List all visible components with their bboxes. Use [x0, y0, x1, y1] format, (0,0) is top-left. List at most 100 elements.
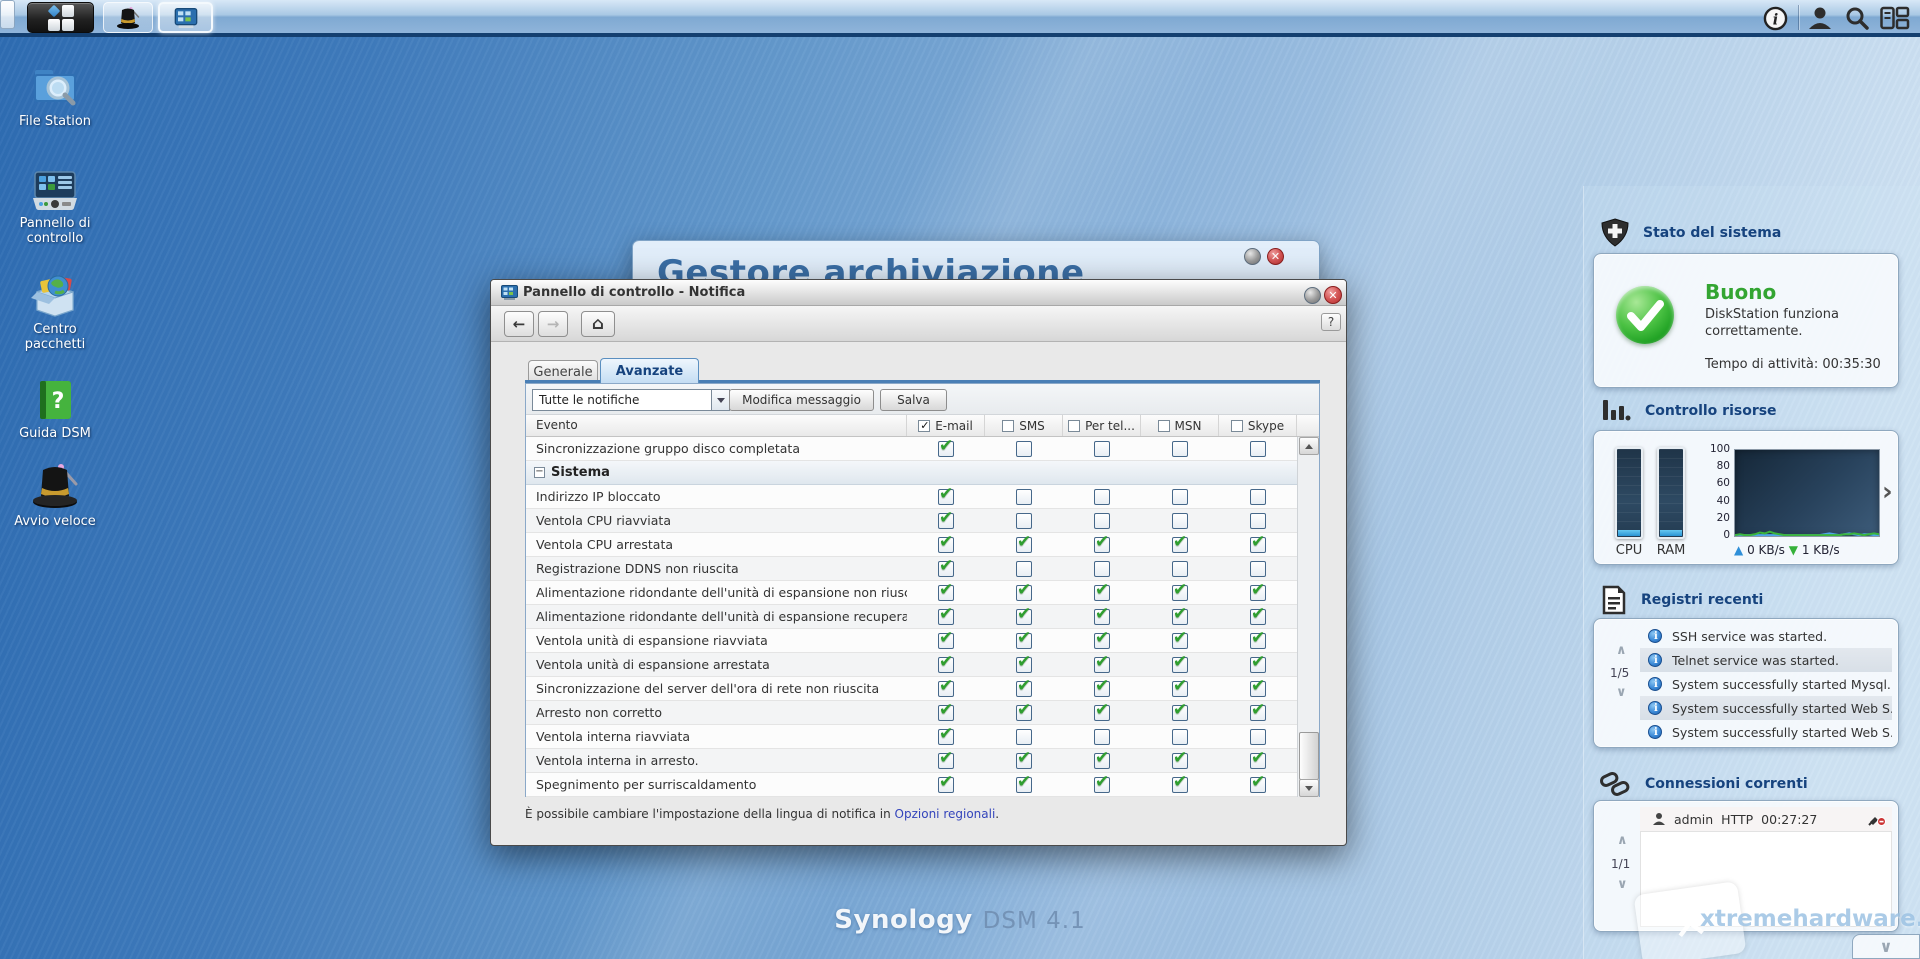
expand-resource-monitor-chevron[interactable]: › [1882, 479, 1893, 505]
notify-checkbox-phone[interactable] [1094, 441, 1110, 457]
notify-checkbox-skype[interactable] [1250, 609, 1266, 625]
notify-checkbox-sms[interactable] [1016, 537, 1032, 553]
logs-page-up-chevron[interactable] [1616, 645, 1627, 657]
table-row[interactable]: Sincronizzazione gruppo disco completata [526, 437, 1297, 461]
notify-checkbox-email[interactable] [938, 657, 954, 673]
sidebar-collapse-tab[interactable] [1852, 934, 1920, 959]
notify-checkbox-phone[interactable] [1094, 513, 1110, 529]
notify-checkbox-phone[interactable] [1094, 657, 1110, 673]
notify-checkbox-phone[interactable] [1094, 561, 1110, 577]
notify-checkbox-email[interactable] [938, 585, 954, 601]
desktop-icon-quick-start[interactable]: Avvio veloce [10, 462, 100, 529]
notify-checkbox-email[interactable] [938, 489, 954, 505]
desktop-icon-control-panel[interactable]: Pannello di controllo [10, 170, 100, 246]
table-row[interactable]: Spegnimento per surriscaldamento [526, 773, 1297, 797]
main-menu-button[interactable] [27, 2, 94, 33]
notify-checkbox-skype[interactable] [1250, 561, 1266, 577]
logs-page-down-chevron[interactable] [1616, 687, 1627, 699]
scroll-up-arrow[interactable] [1299, 437, 1319, 455]
notify-checkbox-sms[interactable] [1016, 633, 1032, 649]
column-header-email[interactable]: E-mail [907, 415, 985, 436]
desktop-icon-file-station[interactable]: File Station [10, 62, 100, 129]
notify-checkbox-skype[interactable] [1250, 777, 1266, 793]
notify-checkbox-skype[interactable] [1250, 489, 1266, 505]
table-row[interactable]: Sincronizzazione del server dell'ora di … [526, 677, 1297, 701]
notify-checkbox-phone[interactable] [1094, 729, 1110, 745]
column-header-msn[interactable]: MSN [1141, 415, 1219, 436]
dialog-titlebar[interactable]: Pannello di controllo - Notifica [491, 280, 1346, 306]
disconnect-icon[interactable] [1868, 812, 1886, 826]
notify-checkbox-email[interactable] [938, 705, 954, 721]
desktop-icon-package-center[interactable]: Centro pacchetti [10, 272, 100, 352]
column-header-sms[interactable]: SMS [985, 415, 1063, 436]
column-checkbox-phone[interactable] [1068, 420, 1080, 432]
notify-checkbox-sms[interactable] [1016, 585, 1032, 601]
table-row[interactable]: Alimentazione ridondante dell'unità di e… [526, 581, 1297, 605]
collapse-group-icon[interactable] [534, 467, 545, 478]
notify-checkbox-email[interactable] [938, 513, 954, 529]
notify-checkbox-skype[interactable] [1250, 657, 1266, 673]
notify-checkbox-msn[interactable] [1172, 585, 1188, 601]
notify-checkbox-skype[interactable] [1250, 537, 1266, 553]
notify-checkbox-sms[interactable] [1016, 753, 1032, 769]
notify-checkbox-email[interactable] [938, 441, 954, 457]
edit-message-button[interactable]: Modifica messaggio [729, 389, 874, 411]
notify-checkbox-email[interactable] [938, 729, 954, 745]
notify-checkbox-sms[interactable] [1016, 681, 1032, 697]
notify-checkbox-email[interactable] [938, 609, 954, 625]
notify-checkbox-email[interactable] [938, 633, 954, 649]
minimize-button[interactable] [1304, 287, 1321, 304]
desktop-icon-dsm-help[interactable]: ? Guida DSM [10, 378, 100, 441]
back-button[interactable] [504, 311, 534, 337]
show-desktop-button[interactable] [0, 0, 15, 29]
scroll-down-arrow[interactable] [1299, 779, 1319, 797]
table-scrollbar[interactable] [1297, 437, 1319, 797]
notify-checkbox-msn[interactable] [1172, 513, 1188, 529]
notify-checkbox-skype[interactable] [1250, 513, 1266, 529]
notify-checkbox-skype[interactable] [1250, 441, 1266, 457]
notify-checkbox-msn[interactable] [1172, 609, 1188, 625]
table-row[interactable]: Indirizzo IP bloccato [526, 485, 1297, 509]
notify-checkbox-phone[interactable] [1094, 537, 1110, 553]
column-checkbox-sms[interactable] [1002, 420, 1014, 432]
notify-checkbox-phone[interactable] [1094, 489, 1110, 505]
notify-checkbox-sms[interactable] [1016, 777, 1032, 793]
column-checkbox-email[interactable] [918, 420, 930, 432]
user-menu-button[interactable] [1805, 4, 1835, 32]
notify-checkbox-sms[interactable] [1016, 441, 1032, 457]
table-row[interactable]: Ventola interna in arresto. [526, 749, 1297, 773]
notify-checkbox-sms[interactable] [1016, 561, 1032, 577]
notify-checkbox-msn[interactable] [1172, 729, 1188, 745]
notify-checkbox-skype[interactable] [1250, 681, 1266, 697]
connection-row[interactable]: admin HTTP 00:27:27 [1640, 807, 1892, 831]
notify-checkbox-msn[interactable] [1172, 705, 1188, 721]
minimize-button[interactable] [1244, 248, 1261, 265]
notify-checkbox-phone[interactable] [1094, 681, 1110, 697]
tab-avanzate[interactable]: Avanzate [600, 358, 699, 383]
connections-page-down-chevron[interactable] [1617, 879, 1628, 891]
column-checkbox-msn[interactable] [1158, 420, 1170, 432]
search-button[interactable] [1842, 4, 1872, 32]
table-group-row[interactable]: Sistema [526, 461, 1297, 485]
notify-checkbox-skype[interactable] [1250, 729, 1266, 745]
notify-checkbox-skype[interactable] [1250, 585, 1266, 601]
notify-checkbox-email[interactable] [938, 561, 954, 577]
notify-checkbox-msn[interactable] [1172, 537, 1188, 553]
log-row[interactable]: System successfully started Web S... [1640, 696, 1892, 720]
close-button[interactable] [1267, 248, 1284, 265]
log-row[interactable]: System successfully started Mysql... [1640, 672, 1892, 696]
notify-checkbox-sms[interactable] [1016, 513, 1032, 529]
notify-checkbox-phone[interactable] [1094, 585, 1110, 601]
notify-checkbox-msn[interactable] [1172, 489, 1188, 505]
column-header-phone[interactable]: Per tel... [1063, 415, 1141, 436]
notify-checkbox-phone[interactable] [1094, 753, 1110, 769]
notify-checkbox-msn[interactable] [1172, 561, 1188, 577]
log-row[interactable]: Telnet service was started. [1640, 648, 1892, 672]
notify-checkbox-skype[interactable] [1250, 633, 1266, 649]
table-row[interactable]: Ventola CPU arrestata [526, 533, 1297, 557]
regional-options-link[interactable]: Opzioni regionali [895, 807, 996, 821]
notify-checkbox-email[interactable] [938, 777, 954, 793]
system-info-button[interactable]: i [1760, 4, 1790, 32]
notify-checkbox-email[interactable] [938, 753, 954, 769]
notify-checkbox-msn[interactable] [1172, 777, 1188, 793]
